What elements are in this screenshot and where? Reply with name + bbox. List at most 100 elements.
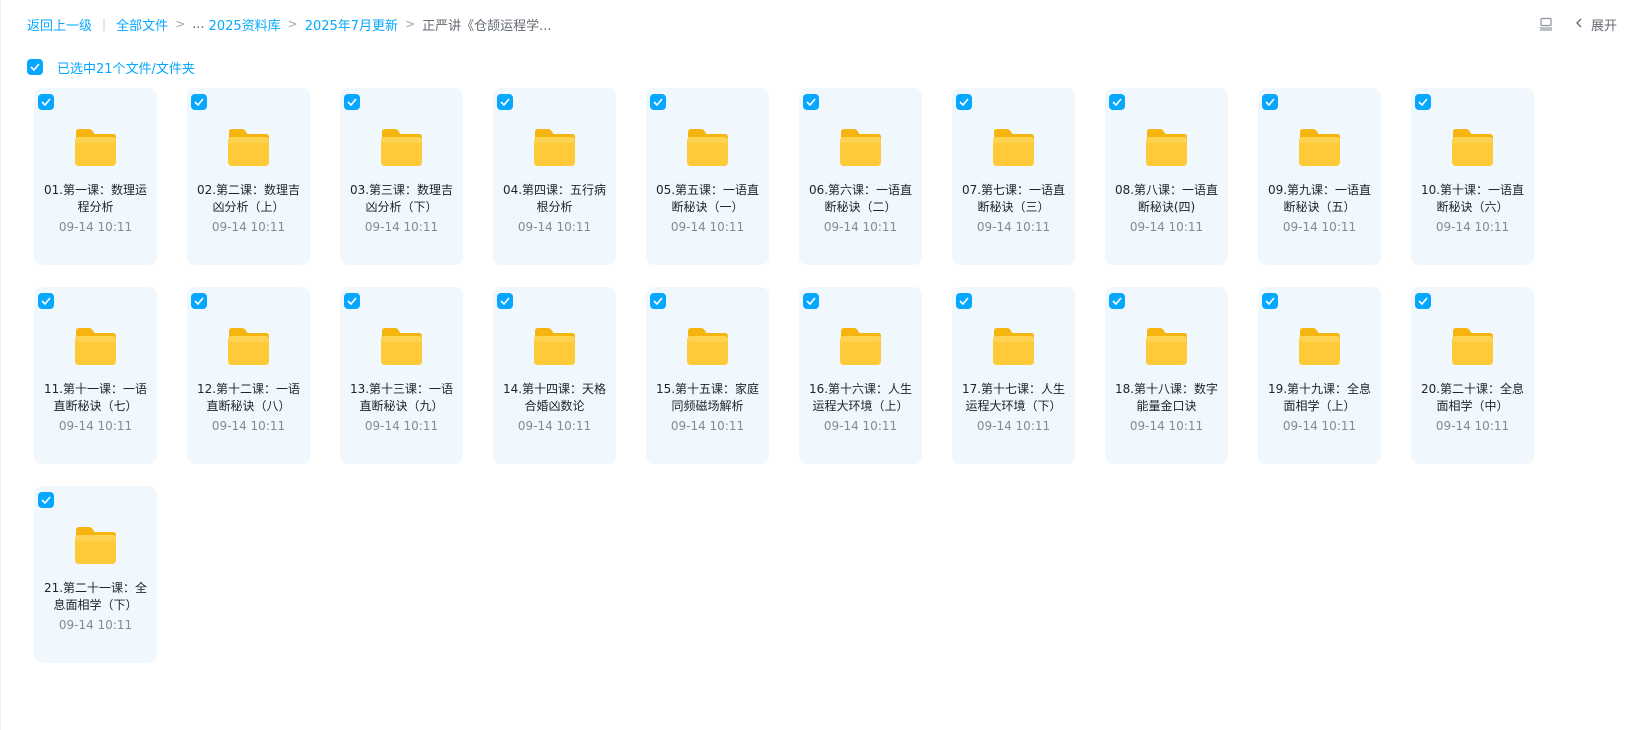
item-checkbox[interactable]: [344, 293, 360, 309]
item-checkbox[interactable]: [1415, 94, 1431, 110]
folder-icon: [75, 527, 116, 564]
folder-name: 09.第九课：一语直断秘诀（五）: [1267, 183, 1372, 214]
folder-card[interactable]: 03.第三课：数理吉凶分析（下） 09-14 10:11: [340, 88, 463, 265]
breadcrumb-level1[interactable]: 2025资料库: [209, 15, 281, 34]
folder-card[interactable]: 04.第四课：五行病根分析 09-14 10:11: [493, 88, 616, 265]
checkmark-icon: [806, 98, 816, 106]
item-checkbox[interactable]: [1262, 293, 1278, 309]
item-checkbox[interactable]: [956, 293, 972, 309]
item-checkbox[interactable]: [803, 94, 819, 110]
folder-card[interactable]: 12.第十二课：一语直断秘诀（八） 09-14 10:11: [187, 287, 310, 464]
checkmark-icon: [500, 297, 510, 305]
checkmark-icon: [347, 98, 357, 106]
item-checkbox[interactable]: [650, 293, 666, 309]
folder-name: 12.第十二课：一语直断秘诀（八）: [196, 382, 301, 413]
folder-card[interactable]: 15.第十五课：家庭同频磁场解析 09-14 10:11: [646, 287, 769, 464]
item-checkbox[interactable]: [497, 94, 513, 110]
item-checkbox[interactable]: [191, 293, 207, 309]
folder-card[interactable]: 09.第九课：一语直断秘诀（五） 09-14 10:11: [1258, 88, 1381, 265]
folder-name: 04.第四课：五行病根分析: [502, 183, 607, 214]
folder-name: 05.第五课：一语直断秘诀（一）: [655, 183, 760, 214]
folder-card[interactable]: 14.第十四课：天格合婚凶数论 09-14 10:11: [493, 287, 616, 464]
folder-name: 01.第一课：数理运程分析: [43, 183, 148, 214]
item-checkbox[interactable]: [38, 492, 54, 508]
folder-name: 13.第十三课：一语直断秘诀（九）: [349, 382, 454, 413]
folder-card[interactable]: 21.第二十一课：全息面相学（下） 09-14 10:11: [34, 486, 157, 663]
breadcrumb-ellipsis[interactable]: ...: [192, 17, 204, 32]
breadcrumb-separator-icon: >: [405, 17, 416, 31]
expand-button[interactable]: 展开: [1575, 15, 1617, 34]
folder-card[interactable]: 08.第八课：一语直断秘诀(四) 09-14 10:11: [1105, 88, 1228, 265]
checkmark-icon: [41, 297, 51, 305]
item-checkbox[interactable]: [956, 94, 972, 110]
checkmark-icon: [194, 297, 204, 305]
item-checkbox[interactable]: [1109, 94, 1125, 110]
breadcrumb-level2[interactable]: 2025年7月更新: [305, 15, 398, 34]
back-link[interactable]: 返回上一级: [27, 15, 92, 34]
folder-icon: [1452, 328, 1493, 365]
folder-card[interactable]: 17.第十七课：人生运程大环境（下） 09-14 10:11: [952, 287, 1075, 464]
folder-card[interactable]: 10.第十课：一语直断秘诀（六） 09-14 10:11: [1411, 88, 1534, 265]
item-checkbox[interactable]: [1109, 293, 1125, 309]
item-checkbox[interactable]: [191, 94, 207, 110]
folder-card[interactable]: 02.第二课：数理吉凶分析（上） 09-14 10:11: [187, 88, 310, 265]
folder-modified-time: 09-14 10:11: [976, 220, 1051, 234]
folder-modified-time: 09-14 10:11: [1435, 220, 1510, 234]
folder-card[interactable]: 07.第七课：一语直断秘诀（三） 09-14 10:11: [952, 88, 1075, 265]
folder-modified-time: 09-14 10:11: [1282, 220, 1357, 234]
folder-icon: [75, 129, 116, 166]
folder-icon: [381, 328, 422, 365]
item-checkbox[interactable]: [650, 94, 666, 110]
item-checkbox[interactable]: [803, 293, 819, 309]
folder-name: 17.第十七课：人生运程大环境（下）: [961, 382, 1066, 413]
breadcrumb-separator-icon: >: [175, 17, 186, 31]
checkmark-icon: [1265, 98, 1275, 106]
checkmark-icon: [1112, 98, 1122, 106]
checkmark-icon: [41, 98, 51, 106]
folder-card[interactable]: 16.第十六课：人生运程大环境（上） 09-14 10:11: [799, 287, 922, 464]
folder-icon: [687, 129, 728, 166]
folder-card[interactable]: 19.第十九课：全息面相学（上） 09-14 10:11: [1258, 287, 1381, 464]
folder-name: 21.第二十一课：全息面相学（下）: [43, 581, 148, 612]
folder-icon: [1299, 129, 1340, 166]
folder-icon: [1452, 129, 1493, 166]
folder-icon: [687, 328, 728, 365]
item-checkbox[interactable]: [1415, 293, 1431, 309]
folder-card[interactable]: 11.第十一课：一语直断秘诀（七） 09-14 10:11: [34, 287, 157, 464]
folder-icon: [1299, 328, 1340, 365]
folder-modified-time: 09-14 10:11: [517, 220, 592, 234]
folder-card[interactable]: 05.第五课：一语直断秘诀（一） 09-14 10:11: [646, 88, 769, 265]
folder-icon: [228, 129, 269, 166]
folder-card[interactable]: 01.第一课：数理运程分析 09-14 10:11: [34, 88, 157, 265]
folder-icon: [1146, 129, 1187, 166]
breadcrumb-all-files[interactable]: 全部文件: [116, 15, 168, 34]
item-checkbox[interactable]: [1262, 94, 1278, 110]
folder-name: 06.第六课：一语直断秘诀（二）: [808, 183, 913, 214]
folder-icon: [534, 328, 575, 365]
item-checkbox[interactable]: [497, 293, 513, 309]
folder-card[interactable]: 20.第二十课：全息面相学（中） 09-14 10:11: [1411, 287, 1534, 464]
item-checkbox[interactable]: [344, 94, 360, 110]
folder-name: 03.第三课：数理吉凶分析（下）: [349, 183, 454, 214]
checkmark-icon: [959, 98, 969, 106]
folder-card[interactable]: 13.第十三课：一语直断秘诀（九） 09-14 10:11: [340, 287, 463, 464]
folder-name: 18.第十八课：数字能量金口诀: [1114, 382, 1219, 413]
item-checkbox[interactable]: [38, 94, 54, 110]
selection-summary: 已选中21个文件/文件夹: [27, 58, 195, 77]
folder-name: 11.第十一课：一语直断秘诀（七）: [43, 382, 148, 413]
folder-modified-time: 09-14 10:11: [976, 419, 1051, 433]
folder-card[interactable]: 06.第六课：一语直断秘诀（二） 09-14 10:11: [799, 88, 922, 265]
select-all-checkbox[interactable]: [27, 59, 43, 75]
folder-modified-time: 09-14 10:11: [1435, 419, 1510, 433]
folder-modified-time: 09-14 10:11: [58, 419, 133, 433]
folder-card[interactable]: 18.第十八课：数字能量金口诀 09-14 10:11: [1105, 287, 1228, 464]
checkmark-icon: [30, 63, 40, 71]
breadcrumb-current: 正严讲《仓颉运程学...: [422, 18, 552, 34]
folder-icon: [993, 328, 1034, 365]
list-view-icon[interactable]: [1539, 17, 1553, 31]
folder-icon: [1146, 328, 1187, 365]
file-grid: 01.第一课：数理运程分析 09-14 10:11 02.第二课：数理吉凶分析（…: [34, 88, 1554, 663]
item-checkbox[interactable]: [38, 293, 54, 309]
checkmark-icon: [959, 297, 969, 305]
checkmark-icon: [1418, 297, 1428, 305]
